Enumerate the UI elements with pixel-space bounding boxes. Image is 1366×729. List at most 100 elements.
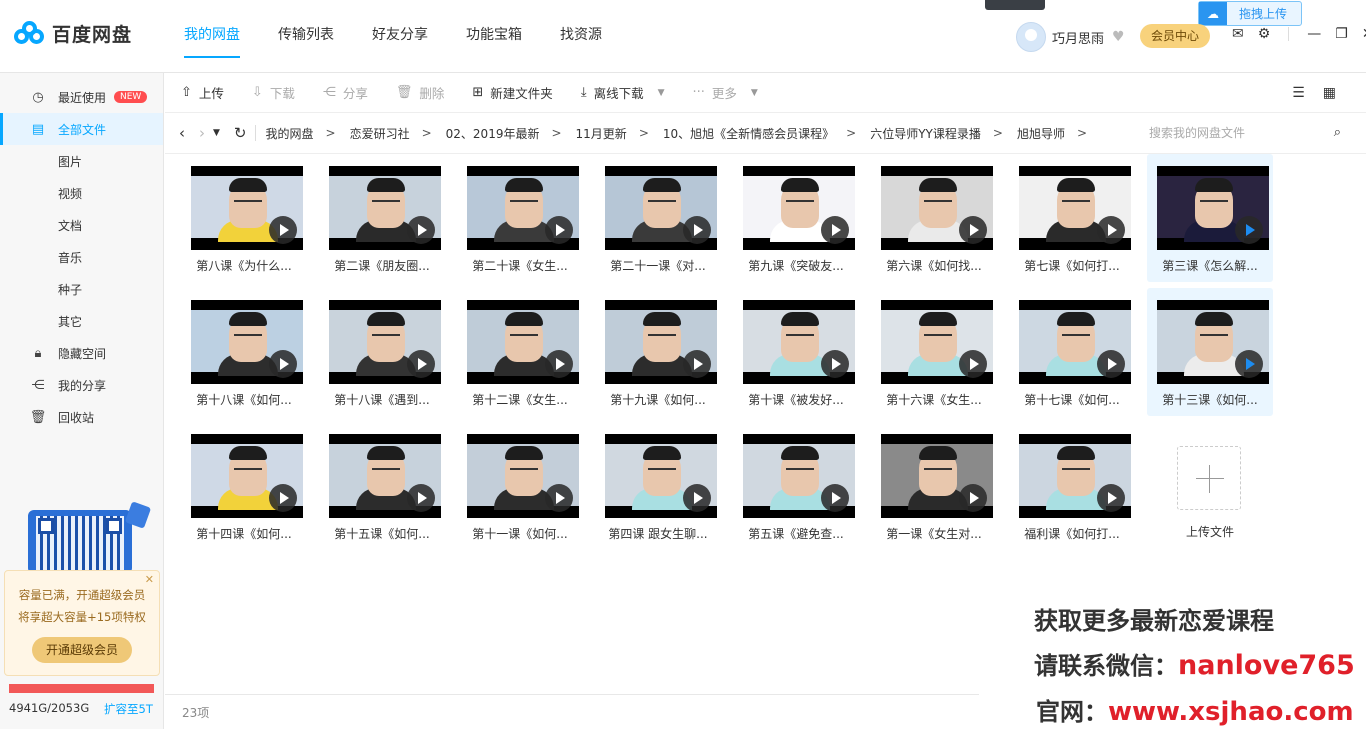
share-button[interactable]: ⋲ 分享	[323, 73, 368, 113]
file-tile[interactable]: 第九课《突破友...	[733, 154, 859, 282]
play-icon[interactable]	[959, 484, 987, 512]
file-tile[interactable]: 第二课《朋友圈...	[319, 154, 445, 282]
drag-upload-button[interactable]: ☁ 拖拽上传	[1198, 1, 1302, 26]
file-tile[interactable]: 第十五课《如何...	[319, 422, 445, 550]
file-tile[interactable]: 第四课 跟女生聊...	[595, 422, 721, 550]
chevron-down-icon[interactable]: ▼	[213, 128, 220, 138]
search-input[interactable]	[1149, 126, 1309, 140]
avatar[interactable]	[1016, 22, 1046, 52]
file-name[interactable]: 第五课《避免查...	[733, 525, 859, 542]
file-tile[interactable]: 第十四课《如何...	[181, 422, 307, 550]
username[interactable]: 巧月思雨	[1052, 28, 1104, 47]
sort-icon[interactable]: ☰	[1292, 85, 1305, 101]
file-tile[interactable]: 第五课《避免查...	[733, 422, 859, 550]
file-name[interactable]: 第十四课《如何...	[181, 525, 307, 542]
play-icon[interactable]	[683, 350, 711, 378]
file-tile[interactable]: 第七课《如何打...	[1009, 154, 1135, 282]
video-thumbnail[interactable]	[191, 166, 303, 250]
mail-icon[interactable]: ✉	[1232, 26, 1244, 42]
file-name[interactable]: 第十五课《如何...	[319, 525, 445, 542]
video-thumbnail[interactable]	[467, 300, 579, 384]
play-icon[interactable]	[545, 350, 573, 378]
file-name[interactable]: 第十八课《如何...	[181, 391, 307, 408]
play-icon[interactable]	[821, 216, 849, 244]
upload-file-label[interactable]: 上传文件	[1147, 523, 1273, 540]
video-thumbnail[interactable]	[605, 434, 717, 518]
refresh-icon[interactable]: ↻	[234, 124, 247, 142]
minimize-icon[interactable]: —	[1307, 26, 1321, 42]
video-thumbnail[interactable]	[467, 166, 579, 250]
grid-view-icon[interactable]: ▦	[1323, 85, 1336, 101]
video-thumbnail[interactable]	[329, 300, 441, 384]
play-icon[interactable]	[269, 484, 297, 512]
video-thumbnail[interactable]	[605, 166, 717, 250]
video-thumbnail[interactable]	[467, 434, 579, 518]
video-thumbnail[interactable]	[1157, 300, 1269, 384]
breadcrumb-item[interactable]: 10、旭旭《全新情感会员课程》	[663, 125, 834, 142]
file-name[interactable]: 第七课《如何打...	[1009, 257, 1135, 274]
play-icon[interactable]	[269, 350, 297, 378]
file-name[interactable]: 第二十课《女生...	[457, 257, 583, 274]
play-icon[interactable]	[683, 484, 711, 512]
file-tile[interactable]: 第八课《为什么...	[181, 154, 307, 282]
file-name[interactable]: 第十一课《如何...	[457, 525, 583, 542]
video-thumbnail[interactable]	[743, 300, 855, 384]
file-tile[interactable]: 第三课《怎么解...	[1147, 154, 1273, 282]
video-thumbnail[interactable]	[191, 300, 303, 384]
file-tile[interactable]: 第十八课《如何...	[181, 288, 307, 416]
video-thumbnail[interactable]	[1019, 434, 1131, 518]
sidebar-item-recycle-bin[interactable]: 🗑︎ 回收站	[0, 401, 163, 433]
video-thumbnail[interactable]	[191, 434, 303, 518]
download-button[interactable]: ⇩ 下载	[252, 73, 295, 113]
file-tile[interactable]: 第十六课《女生...	[871, 288, 997, 416]
sidebar-item-images[interactable]: 图片	[0, 145, 163, 177]
play-icon[interactable]	[959, 350, 987, 378]
file-name[interactable]: 第六课《如何找...	[871, 257, 997, 274]
file-tile[interactable]: 第十二课《女生...	[457, 288, 583, 416]
play-icon[interactable]	[1097, 484, 1125, 512]
sidebar-item-my-shares[interactable]: ⋲ 我的分享	[0, 369, 163, 401]
tab-find-resources[interactable]: 找资源	[548, 0, 614, 72]
file-name[interactable]: 第十二课《女生...	[457, 391, 583, 408]
video-thumbnail[interactable]	[881, 434, 993, 518]
file-tile[interactable]: 第十课《被发好...	[733, 288, 859, 416]
play-icon[interactable]	[1235, 350, 1263, 378]
file-tile[interactable]: 第十九课《如何...	[595, 288, 721, 416]
video-thumbnail[interactable]	[743, 434, 855, 518]
file-tile[interactable]: 第六课《如何找...	[871, 154, 997, 282]
plus-icon[interactable]	[1177, 446, 1241, 510]
play-icon[interactable]	[821, 350, 849, 378]
video-thumbnail[interactable]	[1157, 166, 1269, 250]
video-thumbnail[interactable]	[329, 434, 441, 518]
new-folder-button[interactable]: ⊞ 新建文件夹	[472, 73, 552, 113]
video-thumbnail[interactable]	[605, 300, 717, 384]
sidebar-item-hidden-space[interactable]: 🔒︎ 隐藏空间	[0, 337, 163, 369]
breadcrumb-item[interactable]: 11月更新	[576, 125, 627, 142]
expand-storage-link[interactable]: 扩容至5T	[104, 701, 153, 717]
file-name[interactable]: 第十六课《女生...	[871, 391, 997, 408]
file-name[interactable]: 第八课《为什么...	[181, 257, 307, 274]
breadcrumb-item[interactable]: 02、2019年最新	[446, 125, 540, 142]
file-name[interactable]: 第一课《女生对...	[871, 525, 997, 542]
sidebar-item-recent[interactable]: ◷ 最近使用 NEW	[0, 81, 163, 113]
file-name[interactable]: 第十三课《如何...	[1147, 391, 1273, 408]
file-name[interactable]: 第九课《突破友...	[733, 257, 859, 274]
play-icon[interactable]	[821, 484, 849, 512]
sidebar-item-music[interactable]: 音乐	[0, 241, 163, 273]
play-icon[interactable]	[407, 484, 435, 512]
back-icon[interactable]: ‹	[179, 124, 185, 142]
play-icon[interactable]	[269, 216, 297, 244]
breadcrumb-item[interactable]: 我的网盘	[266, 125, 314, 142]
file-tile[interactable]: 福利课《如何打...	[1009, 422, 1135, 550]
file-name[interactable]: 第十八课《遇到...	[319, 391, 445, 408]
file-tile[interactable]: 第二十一课《对...	[595, 154, 721, 282]
file-name[interactable]: 第十九课《如何...	[595, 391, 721, 408]
file-name[interactable]: 第十课《被发好...	[733, 391, 859, 408]
file-name[interactable]: 第四课 跟女生聊...	[595, 525, 721, 542]
sidebar-item-documents[interactable]: 文档	[0, 209, 163, 241]
file-tile[interactable]: 第十三课《如何...	[1147, 288, 1273, 416]
file-tile[interactable]: 第一课《女生对...	[871, 422, 997, 550]
close-icon[interactable]: ✕	[145, 573, 154, 586]
video-thumbnail[interactable]	[881, 300, 993, 384]
chevron-right-icon[interactable]: >	[1077, 126, 1087, 140]
